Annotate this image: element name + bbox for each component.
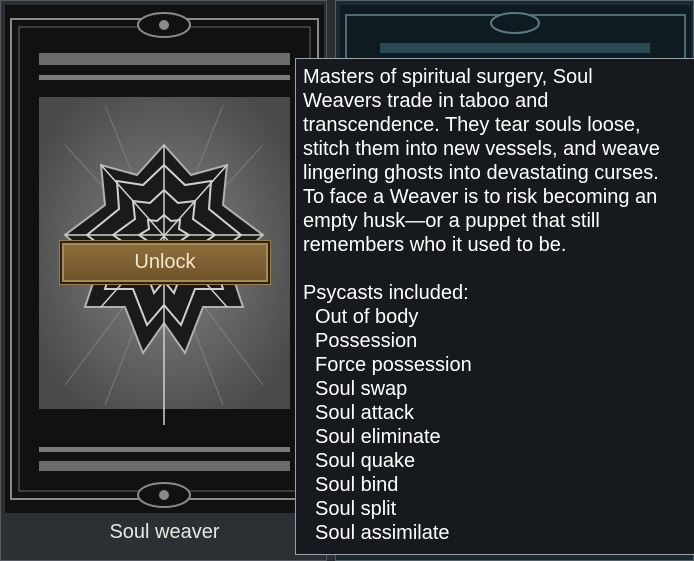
psycast-item: Force possession [315,354,472,376]
psycast-list: Out of body Possession Force possession … [303,305,694,545]
card-title: Soul weaver [109,521,220,543]
psycast-item: Soul split [315,498,397,520]
psycast-item: Soul eliminate [315,426,441,448]
psycast-item: Possession [315,330,418,352]
psycast-item: Soul swap [315,378,408,400]
tooltip-description: Masters of spiritual surgery, Soul Weave… [303,66,660,256]
psycast-item: Soul attack [315,402,414,424]
unlock-button[interactable]: Unlock [60,241,270,284]
psycast-item: Soul assimilate [315,522,450,544]
psycast-item: Soul quake [315,450,416,472]
psycast-item: Out of body [315,306,419,328]
psycasts-heading: Psycasts included: [303,282,469,304]
card-art-partial [340,5,691,65]
psycast-item: Soul bind [315,474,399,496]
path-tooltip: Masters of spiritual surgery, Soul Weave… [295,58,694,555]
path-card[interactable]: Unlock Soul weaver [0,0,327,561]
